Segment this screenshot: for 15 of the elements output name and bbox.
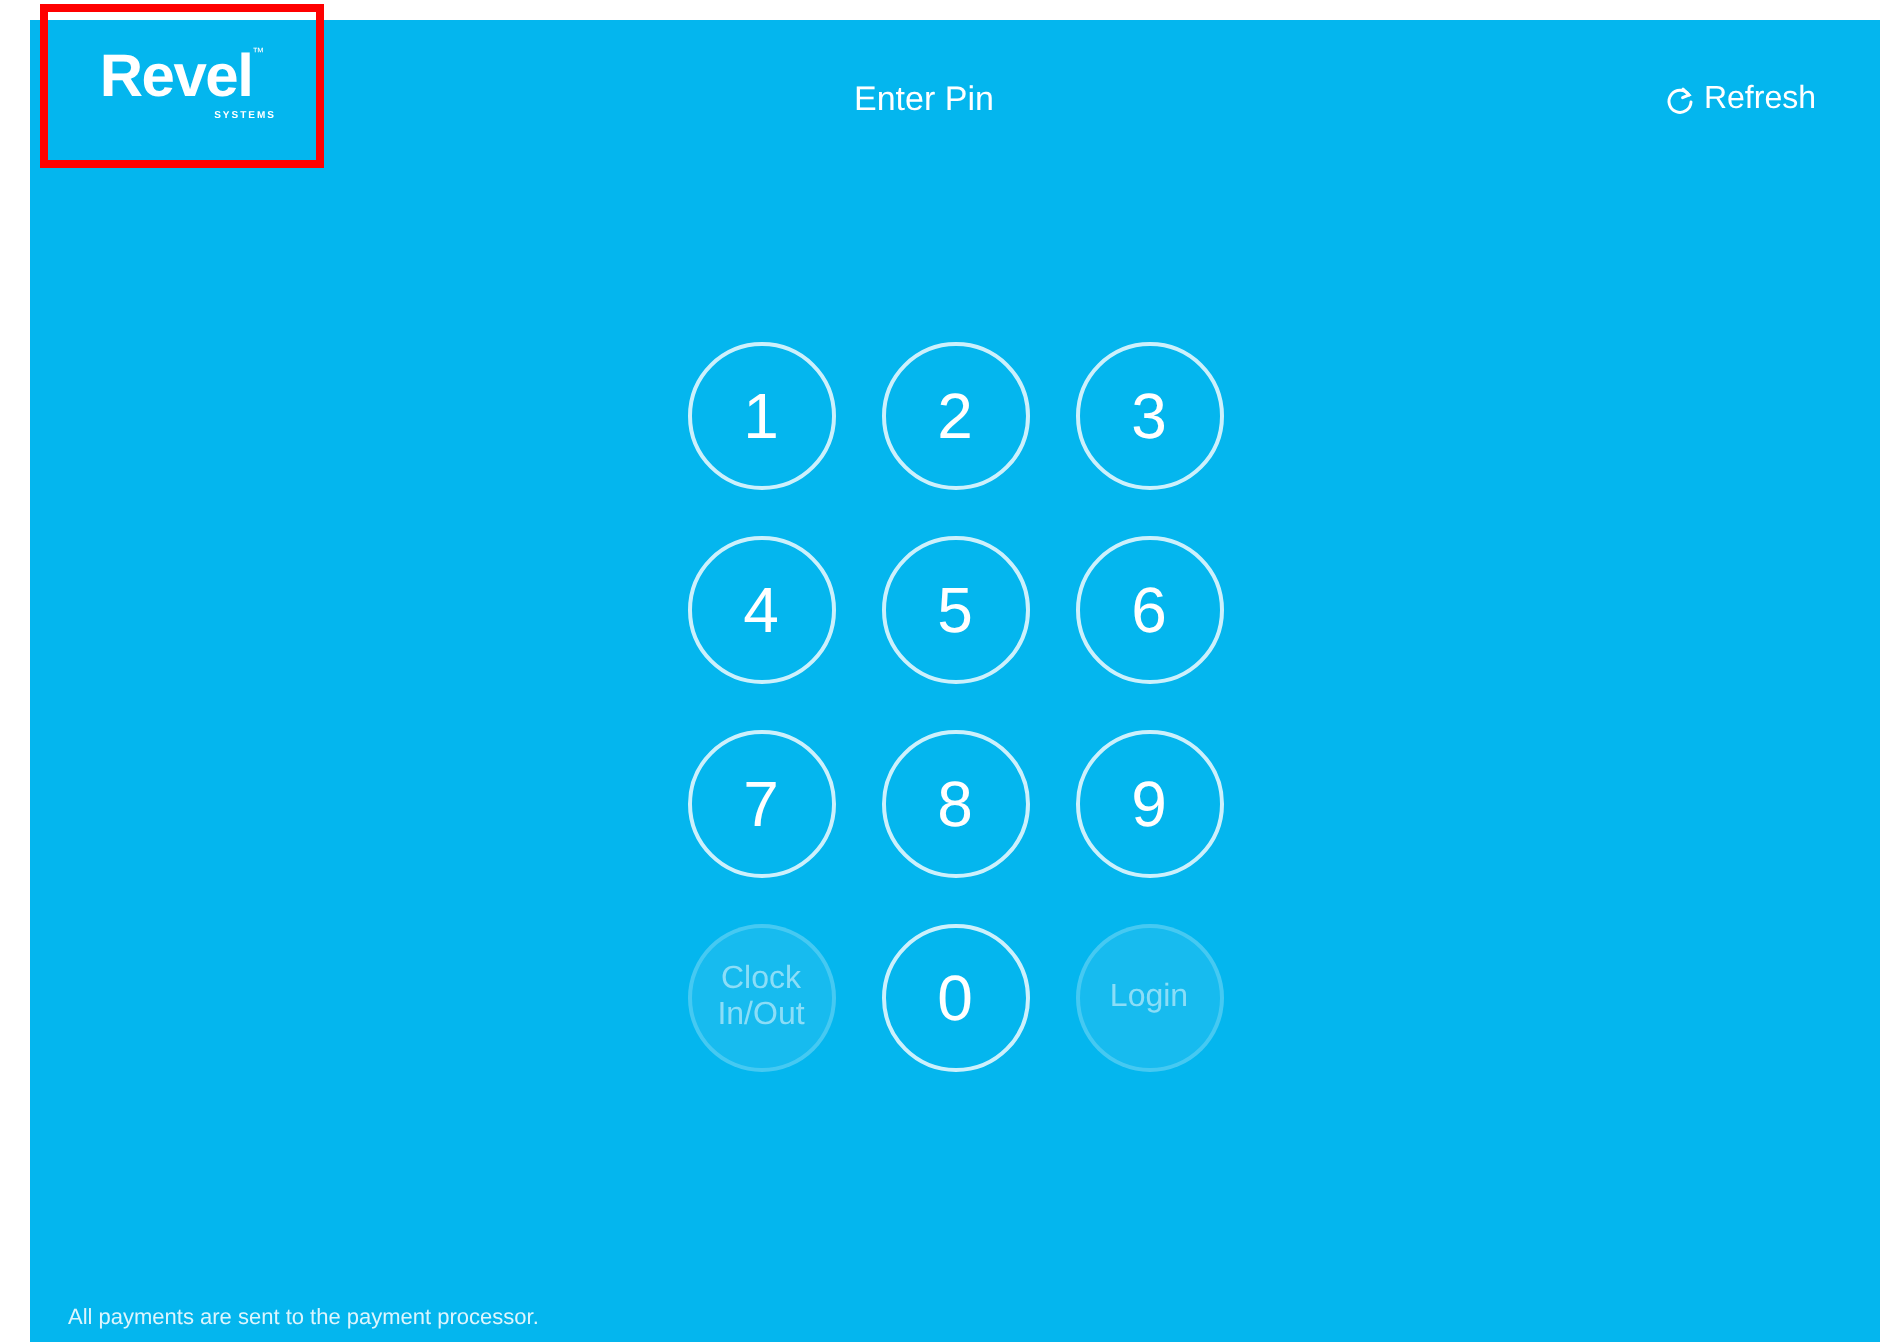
keypad-key[interactable]: 4 xyxy=(687,536,835,684)
refresh-button[interactable]: Refresh xyxy=(1663,76,1816,124)
keypad-key[interactable]: 6 xyxy=(1075,536,1223,684)
screen-title: Enter Pin xyxy=(854,78,994,123)
keypad-key[interactable]: 0 xyxy=(881,924,1029,1072)
keypad-key[interactable]: 2 xyxy=(881,342,1029,490)
keypad-key[interactable]: 7 xyxy=(687,730,835,878)
keypad-key[interactable]: 9 xyxy=(1075,730,1223,878)
keypad-key[interactable]: 3 xyxy=(1075,342,1223,490)
logo-wordmark: Revel xyxy=(99,48,253,108)
keypad-key[interactable]: 5 xyxy=(881,536,1029,684)
footer-note: All payments are sent to the payment processor. xyxy=(66,1303,541,1333)
keypad-key[interactable]: 1 xyxy=(687,342,835,490)
refresh-icon xyxy=(1663,84,1696,116)
keypad-key[interactable]: 8 xyxy=(881,730,1029,878)
